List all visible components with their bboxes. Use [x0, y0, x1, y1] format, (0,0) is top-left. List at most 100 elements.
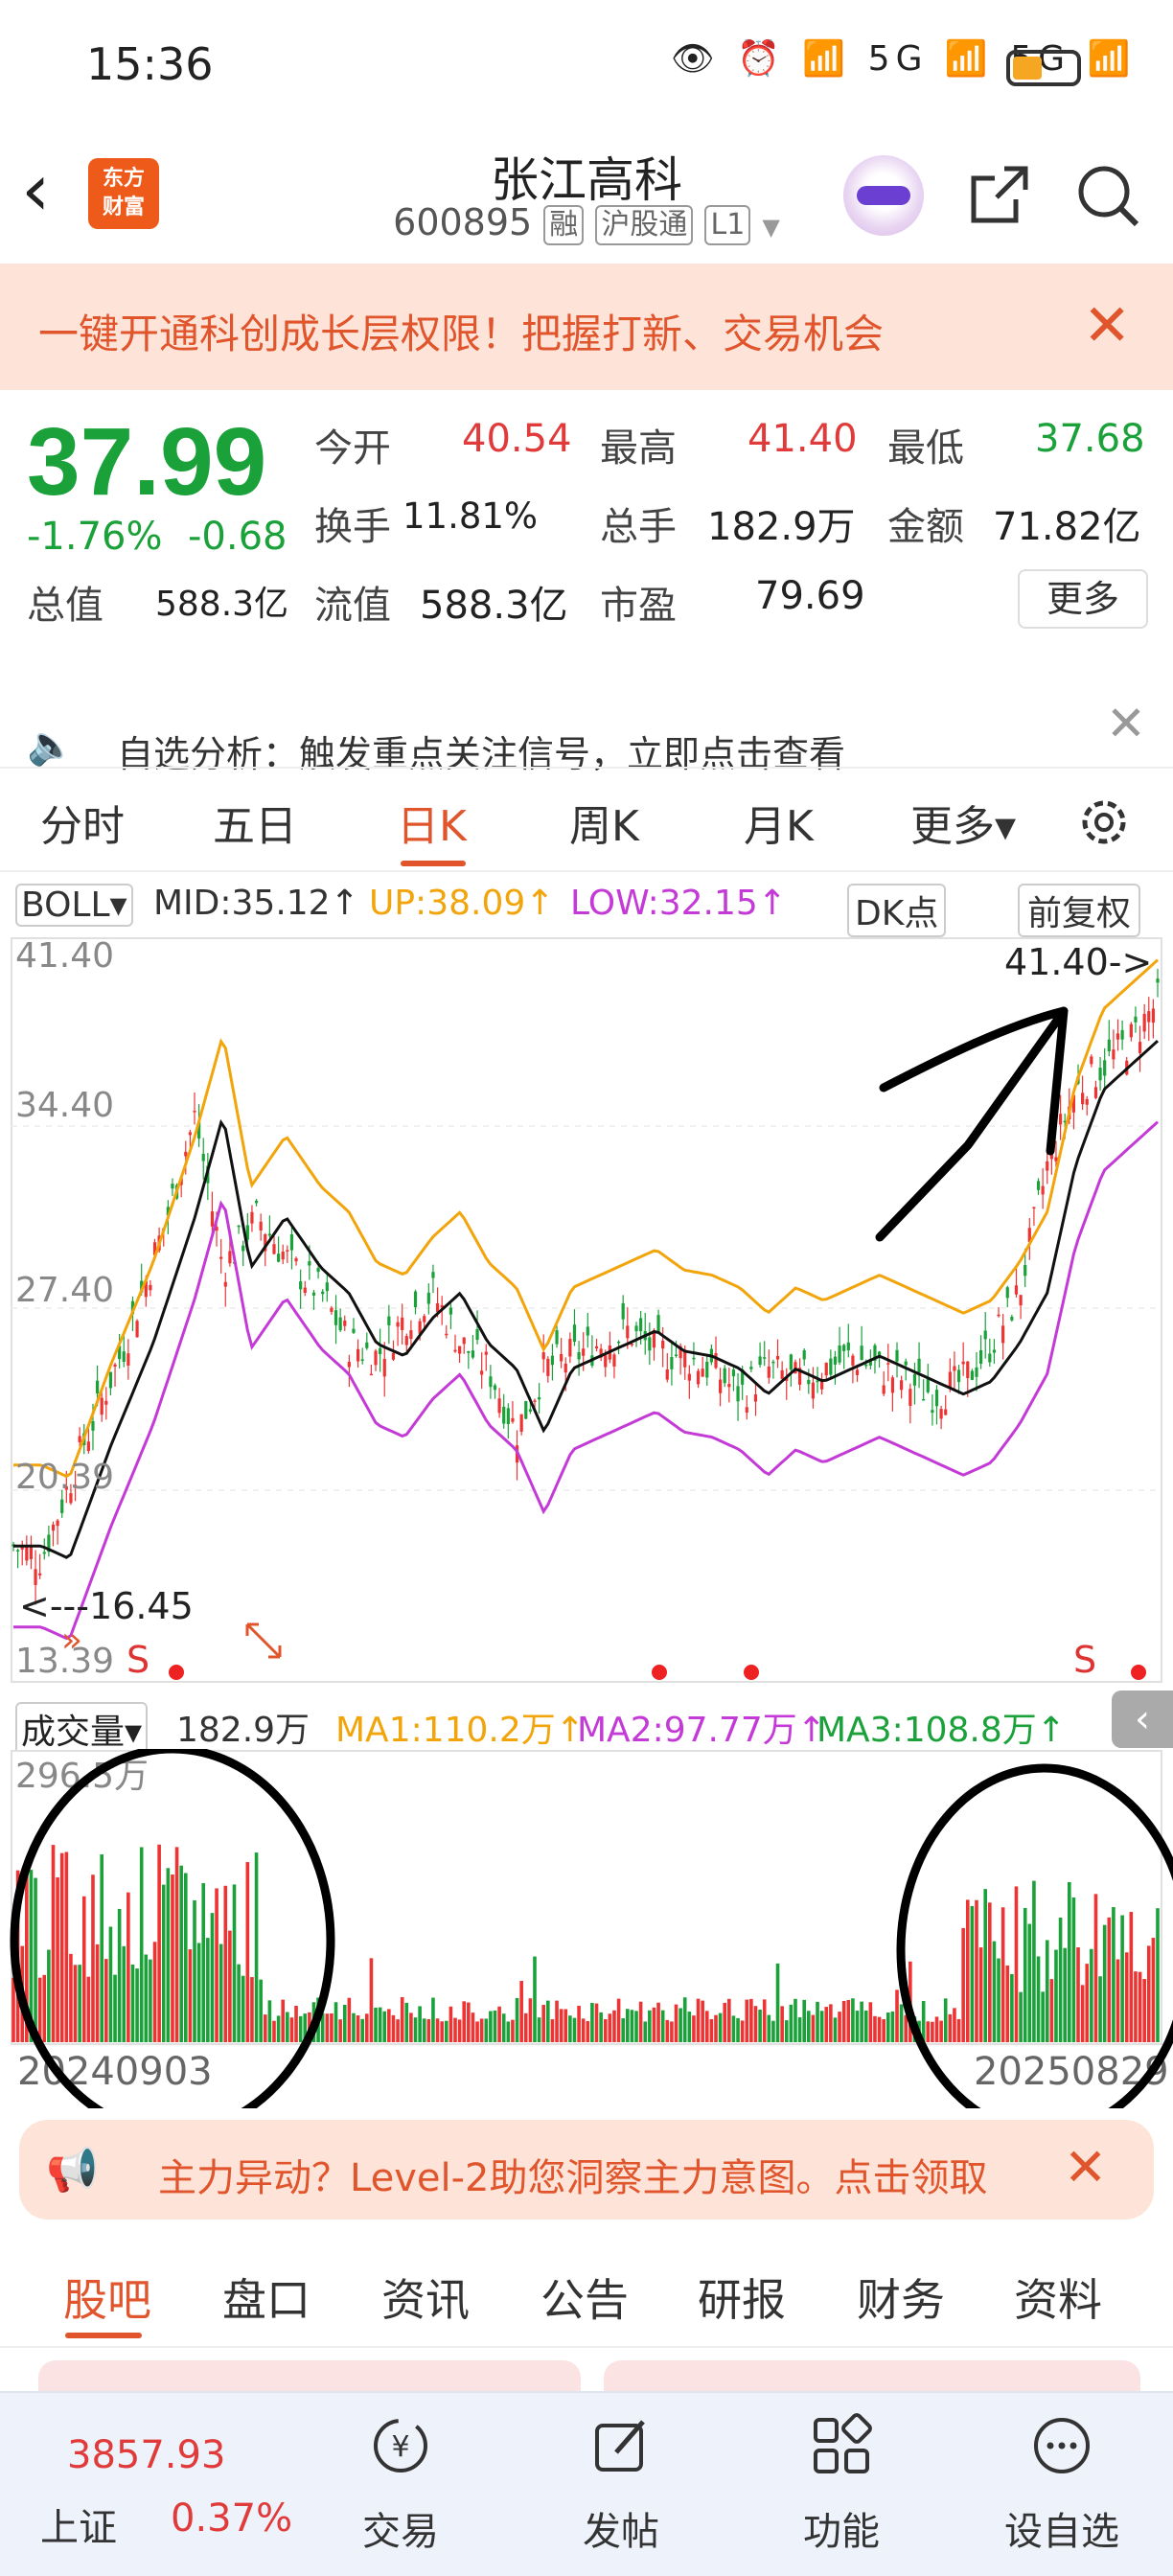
assistant-robot-icon[interactable] [843, 155, 924, 236]
gear-icon[interactable] [1075, 794, 1133, 851]
candle-body [201, 1154, 205, 1162]
candle-body [171, 1184, 174, 1189]
tab-daily-k[interactable]: 日K [397, 792, 467, 853]
more-button[interactable]: 更多 [1018, 569, 1148, 629]
megaphone-icon: 📢 [46, 2146, 99, 2195]
volume-bar [91, 1874, 95, 2042]
volume-bar [926, 2021, 931, 2042]
tab-profile[interactable]: 资料 [1014, 2266, 1102, 2329]
volume-ma2: MA2:97.77万↑ [577, 1711, 826, 1750]
volume-bar [1023, 1907, 1027, 2042]
index-name[interactable]: 上证 [40, 2496, 117, 2552]
tab-weekly-k[interactable]: 周K [569, 792, 639, 853]
tab-research[interactable]: 研报 [698, 2266, 786, 2329]
adjust-button[interactable]: 前复权 [1018, 884, 1141, 937]
volume-bar [934, 2016, 939, 2042]
volume-bar [493, 2010, 497, 2042]
quote-panel: 37.99 -1.76% -0.68 今开 40.54 最高 41.40 最低 … [0, 390, 1173, 639]
volume-bar [210, 1913, 215, 2042]
volume-bar [882, 2018, 886, 2042]
favorite-icon [1034, 2418, 1090, 2473]
tab-finance[interactable]: 财务 [857, 2266, 945, 2329]
close-icon[interactable]: ✕ [1064, 2137, 1107, 2197]
index-change[interactable]: 0.37% [171, 2496, 292, 2541]
volume-bar [276, 2015, 281, 2042]
candle-body [961, 1361, 965, 1365]
volume-bar [877, 2016, 882, 2042]
candle-body [458, 1346, 462, 1354]
tab-5day[interactable]: 五日 [213, 792, 297, 853]
volume-bar [330, 2012, 334, 2042]
change-percent: -1.76% [27, 515, 163, 559]
nav-trade[interactable]: ¥ 交易 [324, 2412, 477, 2556]
candle-body [727, 1384, 731, 1388]
volume-indicator-select[interactable]: 成交量▾ [15, 1702, 149, 1756]
indicator-select[interactable]: BOLL▾ [15, 884, 133, 927]
tab-orderbook[interactable]: 盘口 [222, 2266, 310, 2329]
nav-post[interactable]: 发帖 [544, 2412, 698, 2556]
candle-body [1046, 1161, 1049, 1171]
tab-news[interactable]: 资讯 [381, 2266, 470, 2329]
volume-bar [564, 2009, 568, 2042]
volume-bar [1107, 1917, 1112, 2042]
tab-forum[interactable]: 股吧 [63, 2266, 151, 2329]
volume-bar [51, 1845, 56, 2042]
candle-body [259, 1221, 263, 1231]
index-value[interactable]: 3857.93 [67, 2433, 225, 2477]
battery-icon [1006, 50, 1081, 86]
volume-bar [731, 2015, 736, 2042]
tab-announcements[interactable]: 公告 [540, 2266, 629, 2329]
search-icon[interactable] [1073, 161, 1142, 230]
double-chevron-icon[interactable]: » [61, 1621, 82, 1660]
volume-bar [157, 1844, 161, 2042]
candle-body [855, 1369, 860, 1375]
boll-low: LOW:32.15↑ [570, 884, 787, 923]
kline-chart[interactable]: 41.40 34.40 27.40 20.39 13.39 41.40-> <-… [0, 934, 1173, 1691]
volume-bar [1129, 1912, 1134, 2042]
volume-bar [1058, 1917, 1063, 2042]
volume-bar [444, 2020, 448, 2042]
volume-bar [670, 2021, 674, 2042]
volume-bar [378, 2007, 382, 2042]
collapse-panel-icon[interactable]: ‹ [1112, 1690, 1173, 1748]
volume-bar [660, 2010, 665, 2042]
level2-banner[interactable]: 📢 主力异动？Level-2助您洞察主力意图。点击领取 ✕ [19, 2120, 1154, 2220]
candle-body [886, 1363, 890, 1365]
close-icon[interactable]: ✕ [1106, 696, 1146, 751]
notice-bar[interactable]: 🔈 自选分析：触发重点关注信号，立即点击查看 ✕ [0, 640, 1173, 775]
tab-more[interactable]: 更多▾ [910, 792, 1016, 853]
candle-body [616, 1342, 621, 1344]
volume-chart[interactable]: 296.5万 20240903 20250829 [0, 1749, 1173, 2108]
volume-bar [709, 2018, 714, 2042]
volume-bar [1124, 1952, 1129, 2042]
tag-connect: 沪股通 [595, 204, 694, 245]
nav-functions[interactable]: 功能 [765, 2412, 918, 2556]
candle-body [401, 1317, 404, 1331]
volume-bar [745, 1999, 749, 2042]
volume-bar [272, 2020, 276, 2042]
tab-intraday[interactable]: 分时 [40, 792, 125, 853]
tab-monthly-k[interactable]: 月K [744, 792, 814, 853]
candle-body [321, 1291, 325, 1295]
share-icon[interactable] [966, 161, 1033, 228]
open-value: 40.54 [462, 417, 572, 461]
nav-label: 交易 [362, 2510, 439, 2554]
candle-body [453, 1349, 457, 1352]
volume-bar [1151, 1938, 1156, 2042]
volume-bar [758, 2009, 762, 2042]
nav-add-favorite[interactable]: 设自选 [985, 2412, 1138, 2556]
candle-body [758, 1356, 762, 1366]
pe-value: 79.69 [755, 574, 865, 618]
float-cap-value: 588.3亿 [420, 584, 568, 628]
volume-bar [1049, 1979, 1054, 2042]
close-icon[interactable]: ✕ [1083, 292, 1131, 359]
promo-banner[interactable]: 一键开通科创成长层权限！把握打新、交易机会 ✕ [0, 264, 1173, 390]
dk-point-button[interactable]: DK点 [847, 884, 947, 937]
candle-body [524, 1401, 528, 1419]
post-icon [595, 2420, 645, 2472]
volume-bar [541, 2005, 546, 2042]
volume-bar [807, 2011, 811, 2042]
candle-body [639, 1318, 643, 1332]
volume-bar [431, 1997, 435, 2042]
candle-body [193, 1111, 196, 1113]
